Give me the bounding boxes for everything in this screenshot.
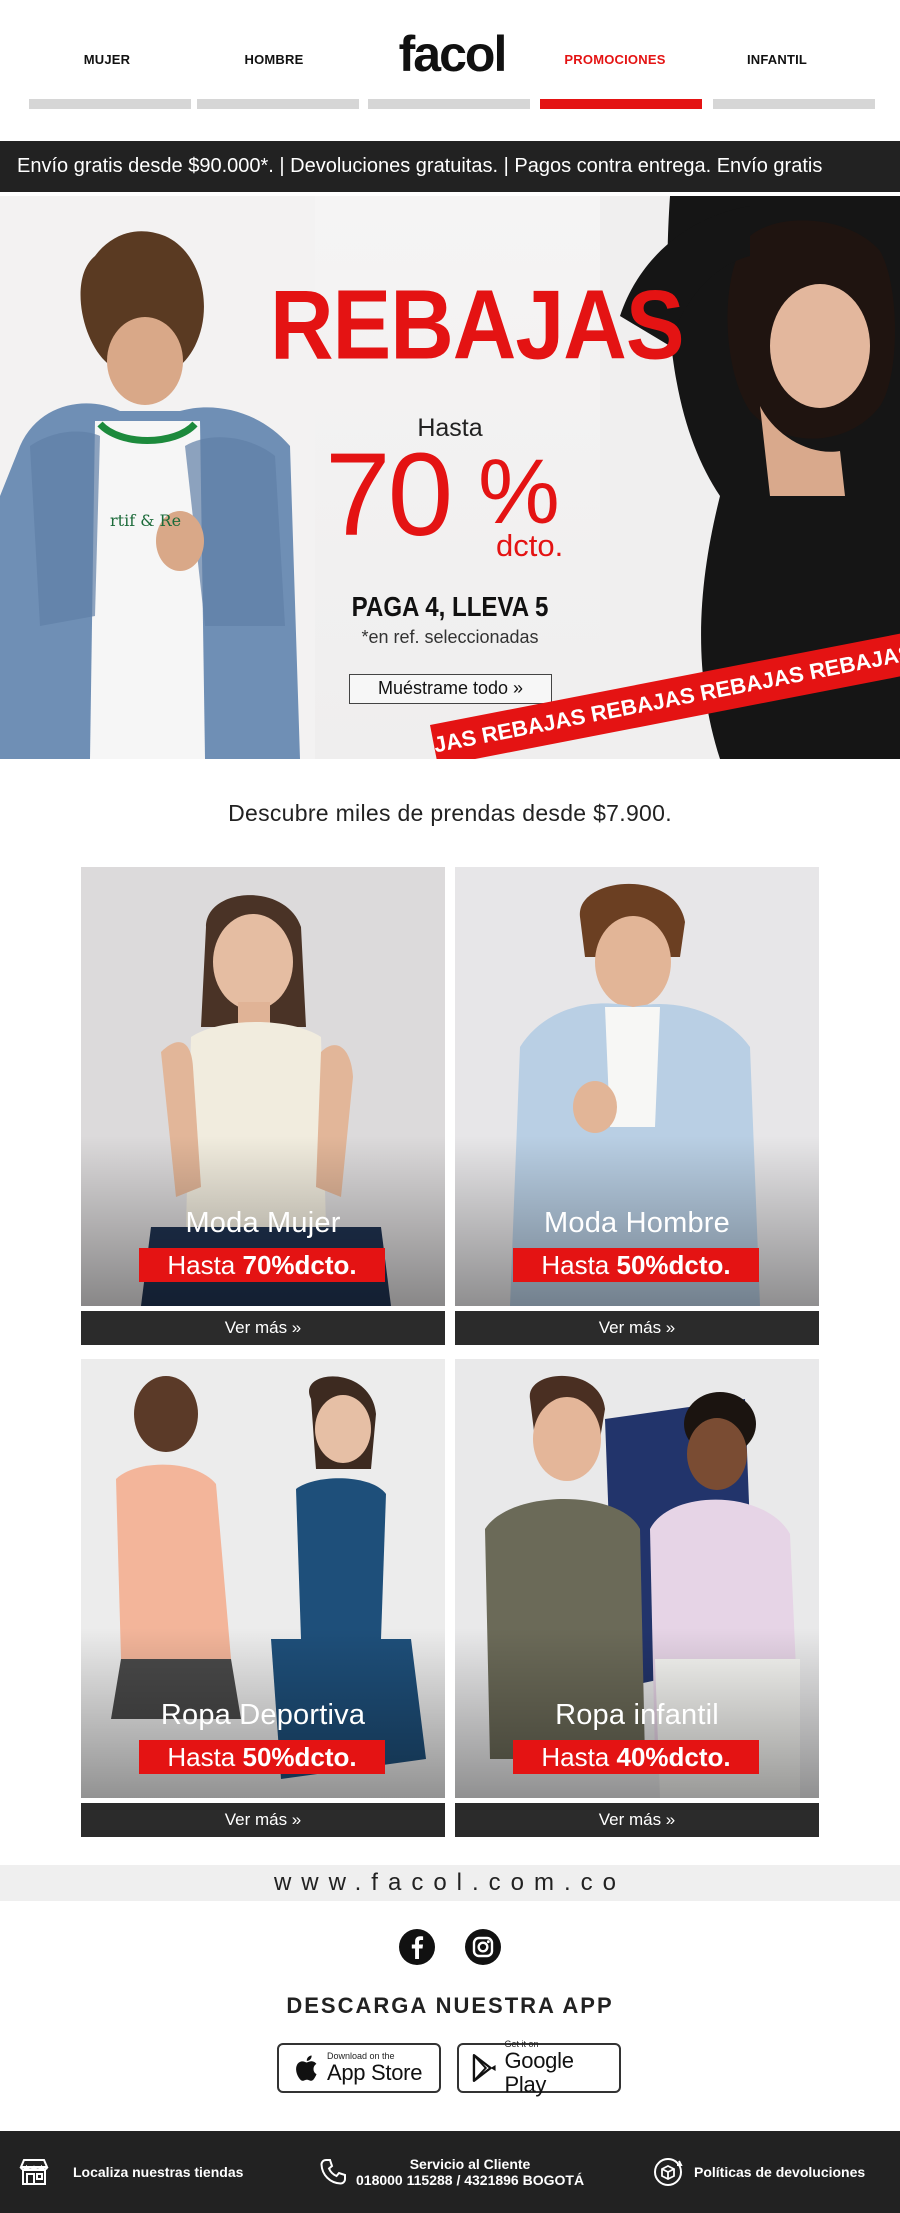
hero-discount-value: 70 bbox=[325, 429, 453, 561]
top-nav: MUJER HOMBRE PROMOCIONES INFANTIL facol bbox=[0, 0, 900, 110]
ver-mas-button[interactable]: Ver más » bbox=[81, 1311, 445, 1345]
returns-policy-link[interactable]: Políticas de devoluciones bbox=[652, 2131, 865, 2213]
discount-badge: Hasta 50%dcto. bbox=[139, 1740, 385, 1774]
show-all-button[interactable]: Muéstrame todo » bbox=[349, 674, 552, 704]
card-title: Moda Mujer bbox=[185, 1207, 341, 1239]
badge-value: 50%dcto. bbox=[242, 1742, 357, 1772]
social-links bbox=[398, 1928, 502, 1966]
badge-value: 50%dcto. bbox=[616, 1250, 731, 1280]
google-play-icon bbox=[472, 2054, 496, 2082]
app-store-button[interactable]: Download on the App Store bbox=[277, 2043, 441, 2093]
hero-percent-sign: % bbox=[478, 441, 560, 543]
app-store-big: App Store bbox=[327, 2059, 423, 2085]
badge-prefix: Hasta bbox=[541, 1250, 617, 1280]
store-locator-link[interactable]: Localiza nuestras tiendas bbox=[17, 2131, 243, 2213]
hero-dcto-label: dcto. bbox=[496, 528, 564, 563]
store-icon bbox=[19, 2159, 49, 2185]
nav-underline-mujer bbox=[29, 99, 191, 109]
discount-badge: Hasta 40%dcto. bbox=[513, 1740, 759, 1774]
instagram-icon[interactable] bbox=[464, 1928, 502, 1966]
facol-logo[interactable]: facol bbox=[390, 26, 514, 82]
ver-mas-button[interactable]: Ver más » bbox=[455, 1803, 819, 1837]
store-locator-label: Localiza nuestras tiendas bbox=[73, 2164, 244, 2180]
customer-service-link[interactable]: Servicio al Cliente 018000 115288 / 4321… bbox=[318, 2131, 584, 2213]
nav-item-infantil[interactable]: INFANTIL bbox=[696, 52, 858, 67]
shipping-ticker: Envío gratis desde $90.000*. | Devolucio… bbox=[0, 141, 900, 192]
google-play-big: Google Play bbox=[504, 2048, 574, 2097]
hero-bottom-mask bbox=[0, 759, 900, 799]
hero-model-left-image: rtif & Re bbox=[0, 196, 315, 759]
card-title: Moda Hombre bbox=[544, 1207, 730, 1239]
footer-bar: Localiza nuestras tiendas Servicio al Cl… bbox=[0, 2131, 900, 2213]
card-moda-mujer[interactable]: Moda Mujer Hasta 70%dcto. Ver más » bbox=[81, 867, 445, 1345]
card-photo[interactable]: Moda Mujer Hasta 70%dcto. bbox=[81, 867, 445, 1306]
nav-underline-promociones bbox=[540, 99, 702, 109]
nav-underline-infantil bbox=[713, 99, 875, 109]
card-photo[interactable]: Ropa Deportiva Hasta 50%dcto. bbox=[81, 1359, 445, 1798]
header: MUJER HOMBRE PROMOCIONES INFANTIL facol bbox=[0, 0, 900, 141]
google-play-button[interactable]: Get it on Google Play bbox=[457, 2040, 621, 2097]
customer-service-title: Servicio al Cliente bbox=[409, 2156, 531, 2172]
discount-badge: Hasta 50%dcto. bbox=[513, 1248, 759, 1282]
card-ropa-infantil[interactable]: Ropa infantil Hasta 40%dcto. Ver más » bbox=[455, 1359, 819, 1837]
app-download-title: DESCARGA NUESTRA APP bbox=[286, 1993, 614, 2018]
nav-item-mujer[interactable]: MUJER bbox=[26, 52, 188, 67]
phone-icon bbox=[320, 2159, 346, 2185]
returns-box-icon bbox=[654, 2158, 683, 2186]
card-moda-hombre[interactable]: Moda Hombre Hasta 50%dcto. Ver más » bbox=[455, 867, 819, 1345]
badge-prefix: Hasta bbox=[167, 1742, 243, 1772]
app-store-text: Download on the App Store bbox=[327, 2051, 423, 2085]
badge-prefix: Hasta bbox=[541, 1742, 617, 1772]
customer-service-phone: 018000 115288 / 4321896 BOGOTÁ bbox=[356, 2172, 585, 2188]
logo-text: facol bbox=[398, 26, 508, 82]
nav-item-promociones[interactable]: PROMOCIONES bbox=[534, 52, 696, 67]
google-play-text: Get it on Google Play bbox=[504, 2040, 620, 2097]
discount-badge: Hasta 70%dcto. bbox=[139, 1248, 385, 1282]
nav-item-hombre[interactable]: HOMBRE bbox=[193, 52, 355, 67]
nav-underline-logo bbox=[368, 99, 530, 109]
hero-title: REBAJAS bbox=[270, 269, 685, 380]
customer-service-text: Servicio al Cliente 018000 115288 / 4321… bbox=[356, 2156, 584, 2188]
svg-text:rtif & Re: rtif & Re bbox=[110, 511, 181, 530]
card-photo[interactable]: Ropa infantil Hasta 40%dcto. bbox=[455, 1359, 819, 1798]
card-title: Ropa infantil bbox=[555, 1699, 719, 1731]
returns-policy-label: Políticas de devoluciones bbox=[694, 2164, 866, 2180]
badge-prefix: Hasta bbox=[167, 1250, 243, 1280]
hero-offer: PAGA 4, LLEVA 5 bbox=[351, 591, 549, 622]
hero-offer-note: *en ref. seleccionadas bbox=[361, 627, 539, 647]
badge-value: 70%dcto. bbox=[242, 1250, 357, 1280]
ver-mas-button[interactable]: Ver más » bbox=[81, 1803, 445, 1837]
badge-value: 40%dcto. bbox=[616, 1742, 731, 1772]
card-ropa-deportiva[interactable]: Ropa Deportiva Hasta 50%dcto. Ver más » bbox=[81, 1359, 445, 1837]
tagline: Descubre miles de prendas desde $7.900. bbox=[228, 800, 672, 826]
site-url-link[interactable]: www.facol.com.co bbox=[0, 1865, 900, 1901]
email-page: MUJER HOMBRE PROMOCIONES INFANTIL facol … bbox=[0, 0, 900, 2213]
card-photo[interactable]: Moda Hombre Hasta 50%dcto. bbox=[455, 867, 819, 1306]
facebook-icon[interactable] bbox=[398, 1928, 436, 1966]
apple-icon bbox=[296, 2055, 317, 2081]
card-title: Ropa Deportiva bbox=[160, 1699, 366, 1731]
nav-underline-hombre bbox=[197, 99, 359, 109]
ver-mas-button[interactable]: Ver más » bbox=[455, 1311, 819, 1345]
